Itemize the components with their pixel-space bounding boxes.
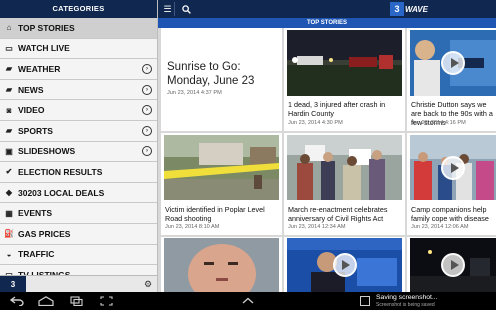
checkmark-icon: ✔ <box>5 167 13 177</box>
play-video-icon[interactable] <box>332 253 357 277</box>
story-thumbnail <box>287 30 402 96</box>
sidebar-item-label: TOP STORIES <box>18 22 75 33</box>
story-date: Jun 23, 2014 12:34 AM <box>288 224 346 230</box>
car-icon: ◒ <box>6 249 12 259</box>
play-video-icon[interactable] <box>441 253 465 277</box>
sidebar-item-label: NEWS <box>18 84 44 95</box>
sidebar-item-news[interactable]: ▰ NEWS › <box>0 80 157 101</box>
sidebar-item-top-stories[interactable]: ⌂ TOP STORIES <box>0 18 157 39</box>
sidebar-item-sports[interactable]: ▰ SPORTS › <box>0 121 157 142</box>
sidebar-item-events[interactable]: ▦ EVENTS <box>0 203 157 224</box>
top-bar: ☰ 3 WAVE <box>158 0 496 18</box>
image-icon <box>360 296 370 306</box>
back-arrow-icon[interactable] <box>10 295 24 307</box>
folder-icon: ▰ <box>5 85 13 95</box>
sidebar-item-label: GAS PRICES <box>18 228 71 239</box>
tag-icon: ◆ <box>5 188 13 198</box>
folder-icon: ▰ <box>5 126 13 136</box>
sidebar-item-watch-live[interactable]: ▭ WATCH LIVE <box>0 39 157 60</box>
notification-title: Saving screenshot... <box>376 294 438 301</box>
slideshow-icon: ▣ <box>5 146 13 156</box>
system-navigation-bar: Saving screenshot... Screenshot is being… <box>0 292 496 310</box>
app-screen: CATEGORIES ⌂ TOP STORIES ▭ WATCH LIVE ▰ WEATH… <box>0 0 496 310</box>
sidebar-item-label: ELECTION RESULTS <box>18 166 103 177</box>
gear-icon[interactable]: ⚙ <box>142 278 154 290</box>
story-title: March re-enactment celebrates anniversar… <box>288 205 388 223</box>
home-icon: ⌂ <box>6 23 12 33</box>
sidebar-item-label: TRAFFIC <box>18 249 55 260</box>
categories-header: CATEGORIES <box>0 0 157 18</box>
chevron-right-icon[interactable]: › <box>142 63 152 74</box>
sidebar-item-label: WEATHER <box>18 63 61 74</box>
story-title: Sunrise to Go: Monday, June 23 <box>167 61 255 87</box>
sidebar-item-label: EVENTS <box>18 208 53 219</box>
hamburger-menu-icon[interactable]: ☰ <box>161 2 175 16</box>
story-date: Jun 23, 2014 4:16 PM <box>411 120 466 126</box>
sidebar-footer: 3 ⚙ <box>0 275 157 292</box>
sidebar-item-30203-local-deals[interactable]: ◆ 30203 LOCAL DEALS <box>0 183 157 204</box>
story-thumbnail <box>164 238 279 292</box>
sidebar-item-gas-prices[interactable]: ⛽ GAS PRICES <box>0 224 157 245</box>
story-date: Jun 23, 2014 12:06 AM <box>411 224 469 230</box>
story-card[interactable]: Camp companions help family cope with di… <box>407 133 496 235</box>
story-thumbnail <box>410 30 496 96</box>
categories-sidebar: CATEGORIES ⌂ TOP STORIES ▭ WATCH LIVE ▰ WEATH… <box>0 0 158 292</box>
story-thumbnail <box>410 135 496 200</box>
chevron-right-icon[interactable]: › <box>142 125 152 136</box>
story-title: Victim identified in Poplar Level Road s… <box>165 205 265 223</box>
story-card[interactable] <box>407 237 496 292</box>
play-video-icon[interactable] <box>441 155 465 180</box>
story-title: 1 dead, 3 injured after crash in Hardin … <box>288 100 386 118</box>
sidebar-item-label: SPORTS <box>18 125 53 136</box>
story-thumbnail <box>410 238 496 292</box>
category-list: ⌂ TOP STORIES ▭ WATCH LIVE ▰ WEATHER › ▰ NEWS › ◙ V… <box>0 18 157 286</box>
screenshot-notification[interactable]: Saving screenshot... Screenshot is being… <box>360 293 438 309</box>
story-card[interactable]: March re-enactment celebrates anniversar… <box>284 133 405 235</box>
station-logo-icon: 3 <box>0 276 26 292</box>
sidebar-item-slideshows[interactable]: ▣ SLIDESHOWS › <box>0 142 157 163</box>
video-camera-icon: ◙ <box>6 105 12 115</box>
story-thumbnail <box>164 135 279 200</box>
screenshot-icon[interactable] <box>100 295 113 307</box>
sidebar-item-label: 30203 LOCAL DEALS <box>18 187 105 198</box>
calendar-icon: ▦ <box>5 208 13 218</box>
story-date: Jun 23, 2014 4:37 PM <box>167 90 222 96</box>
sidebar-item-label: WATCH LIVE <box>18 43 70 54</box>
story-date: Jun 23, 2014 8:10 AM <box>165 224 220 230</box>
wave-logo-text: WAVE <box>405 4 428 14</box>
home-icon[interactable] <box>38 295 54 307</box>
story-card[interactable] <box>284 237 405 292</box>
section-title: TOP STORIES <box>158 18 496 28</box>
folder-icon: ▰ <box>5 64 13 74</box>
story-card[interactable]: Sunrise to Go: Monday, June 23 Jun 23, 2… <box>161 28 282 131</box>
chevron-up-icon[interactable] <box>242 295 254 307</box>
story-card[interactable]: Victim identified in Poplar Level Road s… <box>161 133 282 235</box>
story-grid: Sunrise to Go: Monday, June 23 Jun 23, 2… <box>158 28 496 292</box>
tv-icon: ▭ <box>5 43 13 53</box>
sidebar-item-election-results[interactable]: ✔ ELECTION RESULTS <box>0 162 157 183</box>
sidebar-item-traffic[interactable]: ◒ TRAFFIC <box>0 245 157 266</box>
story-title: Camp companions help family cope with di… <box>411 205 489 223</box>
search-icon[interactable] <box>179 2 193 16</box>
sidebar-item-label: SLIDESHOWS <box>18 146 76 157</box>
wave-logo[interactable]: 3 WAVE <box>390 2 428 16</box>
chevron-right-icon[interactable]: › <box>142 105 152 116</box>
gas-pump-icon: ⛽ <box>4 229 14 239</box>
sidebar-item-video[interactable]: ◙ VIDEO › <box>0 100 157 121</box>
story-card[interactable]: Christie Dutton says we are back to the … <box>407 28 496 131</box>
notification-subtitle: Screenshot is being saved <box>376 302 435 308</box>
chevron-right-icon[interactable]: › <box>142 84 152 95</box>
wave-logo-mark: 3 <box>390 2 404 16</box>
story-card[interactable] <box>161 237 282 292</box>
play-video-icon[interactable] <box>441 51 465 75</box>
chevron-right-icon[interactable]: › <box>142 146 152 157</box>
story-thumbnail <box>287 238 402 292</box>
sidebar-item-label: VIDEO <box>18 105 45 116</box>
sidebar-item-weather[interactable]: ▰ WEATHER › <box>0 59 157 80</box>
story-card[interactable]: 1 dead, 3 injured after crash in Hardin … <box>284 28 405 131</box>
story-thumbnail <box>287 135 402 200</box>
story-date: Jun 23, 2014 4:30 PM <box>288 120 343 126</box>
recent-apps-icon[interactable] <box>70 295 83 307</box>
